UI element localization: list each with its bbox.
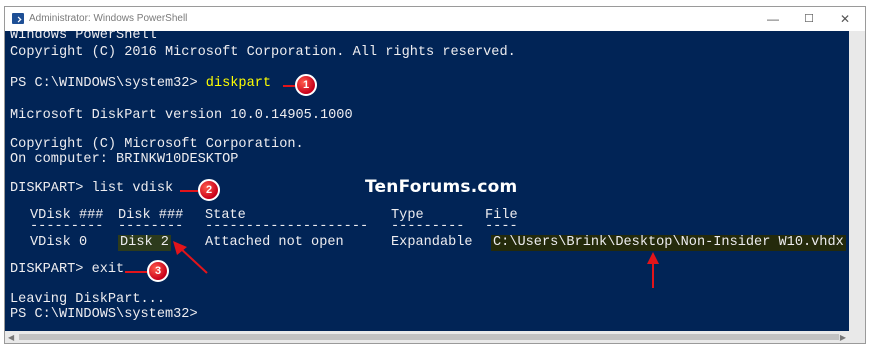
window-title: Administrator: Windows PowerShell [29,13,188,24]
console-prompt-line: DISKPART> list vdisk [10,181,173,197]
console-prompt-line: DISKPART> exit [10,262,124,278]
table-divider: ---- [485,219,518,234]
horizontal-scrollbar[interactable]: ◀ ▶ [5,331,865,343]
table-cell-state: Attached not open [205,235,344,250]
table-cell-vdisk: VDisk 0 [30,235,88,250]
maximize-button[interactable]: ☐ [789,7,829,31]
command-list-vdisk: list vdisk [91,181,174,196]
console-line: Windows PowerShell [10,31,157,43]
close-button[interactable]: ✕ [825,7,865,31]
scrollbar-thumb[interactable] [19,334,839,340]
scroll-left-icon[interactable]: ◀ [8,333,14,342]
prompt: DISKPART> [10,262,92,277]
table-divider: -------- [118,219,184,234]
prompt: DISKPART> [10,181,92,196]
scroll-right-icon[interactable]: ▶ [840,333,846,342]
table-cell-disk-highlighted: Disk 2 [118,235,171,251]
console-line: Copyright (C) Microsoft Corporation. [10,137,304,152]
table-divider: --------- [391,219,465,234]
powershell-window: Administrator: Windows PowerShell — ☐ ✕ … [4,6,866,344]
console-prompt-line: PS C:\WINDOWS\system32> diskpart [10,76,271,92]
command-exit: exit [91,262,125,277]
callout-marker-1: 1 [295,74,317,96]
command-diskpart: diskpart [205,76,272,91]
callout-arrow-3 [125,271,147,273]
console-line: On computer: BRINKW10DESKTOP [10,152,239,167]
watermark: TenForums.com [365,177,518,197]
callout-arrow-disk [173,241,208,274]
console-output[interactable]: Windows PowerShell Copyright (C) 2016 Mi… [5,31,849,333]
table-divider: --------- [30,219,104,234]
title-bar[interactable]: Administrator: Windows PowerShell — ☐ ✕ [5,7,865,31]
minimize-button[interactable]: — [753,7,793,31]
console-line: Microsoft DiskPart version 10.0.14905.10… [10,108,353,123]
table-cell-type: Expandable [391,235,473,250]
table-cell-file-highlighted: C:\Users\Brink\Desktop\Non-Insider W10.v… [491,235,846,251]
console-line: Copyright (C) 2016 Microsoft Corporation… [10,45,516,60]
console-line: PS C:\WINDOWS\system32> [10,307,198,322]
callout-arrow-2 [180,190,198,192]
console-line: Leaving DiskPart... [10,292,165,307]
table-divider: -------------------- [205,219,369,234]
callout-arrow-1 [283,85,295,87]
callout-marker-2: 2 [198,179,220,201]
vertical-scrollbar[interactable] [849,31,865,333]
powershell-icon [12,13,24,24]
callout-arrow-file [647,252,659,288]
prompt: PS C:\WINDOWS\system32> [10,76,206,91]
